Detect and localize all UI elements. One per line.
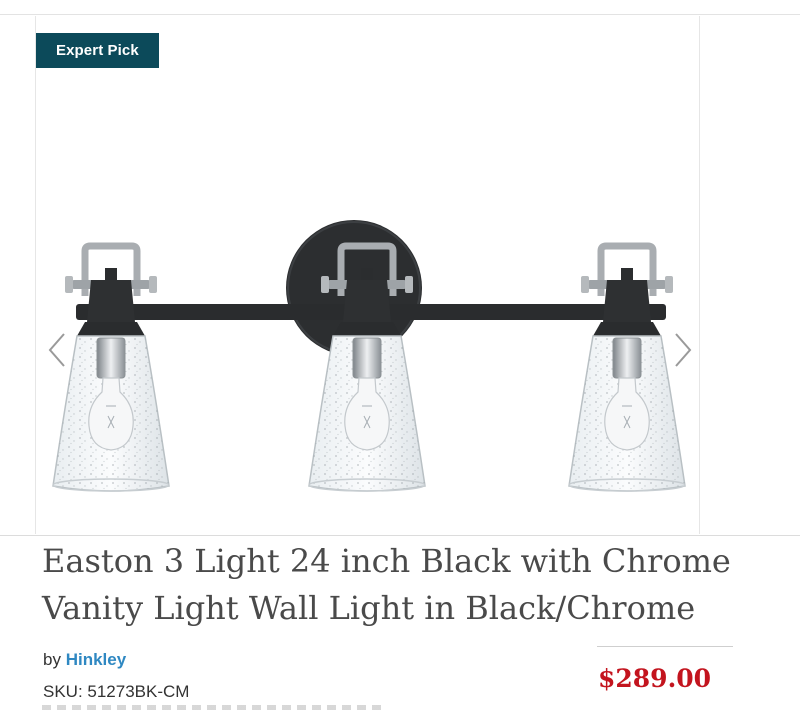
top-divider: [0, 14, 800, 15]
by-label: by: [43, 650, 61, 669]
brand-byline: by Hinkley: [43, 650, 126, 670]
product-image[interactable]: [36, 16, 699, 534]
price-divider: [597, 646, 733, 647]
sku-label: SKU: 51273BK-CM: [43, 682, 190, 701]
section-divider: [0, 535, 800, 536]
product-title: Easton 3 Light 24 inch Black with Chrome…: [42, 542, 731, 627]
brand-link[interactable]: Hinkley: [66, 650, 126, 669]
expert-pick-badge: Expert Pick: [36, 33, 159, 68]
cut-off-text-row: [42, 705, 382, 710]
price: $289.00: [598, 664, 712, 693]
chevron-left-icon[interactable]: [44, 330, 72, 370]
product-image-gallery[interactable]: Expert Pick: [35, 16, 700, 534]
chevron-right-icon[interactable]: [668, 330, 696, 370]
